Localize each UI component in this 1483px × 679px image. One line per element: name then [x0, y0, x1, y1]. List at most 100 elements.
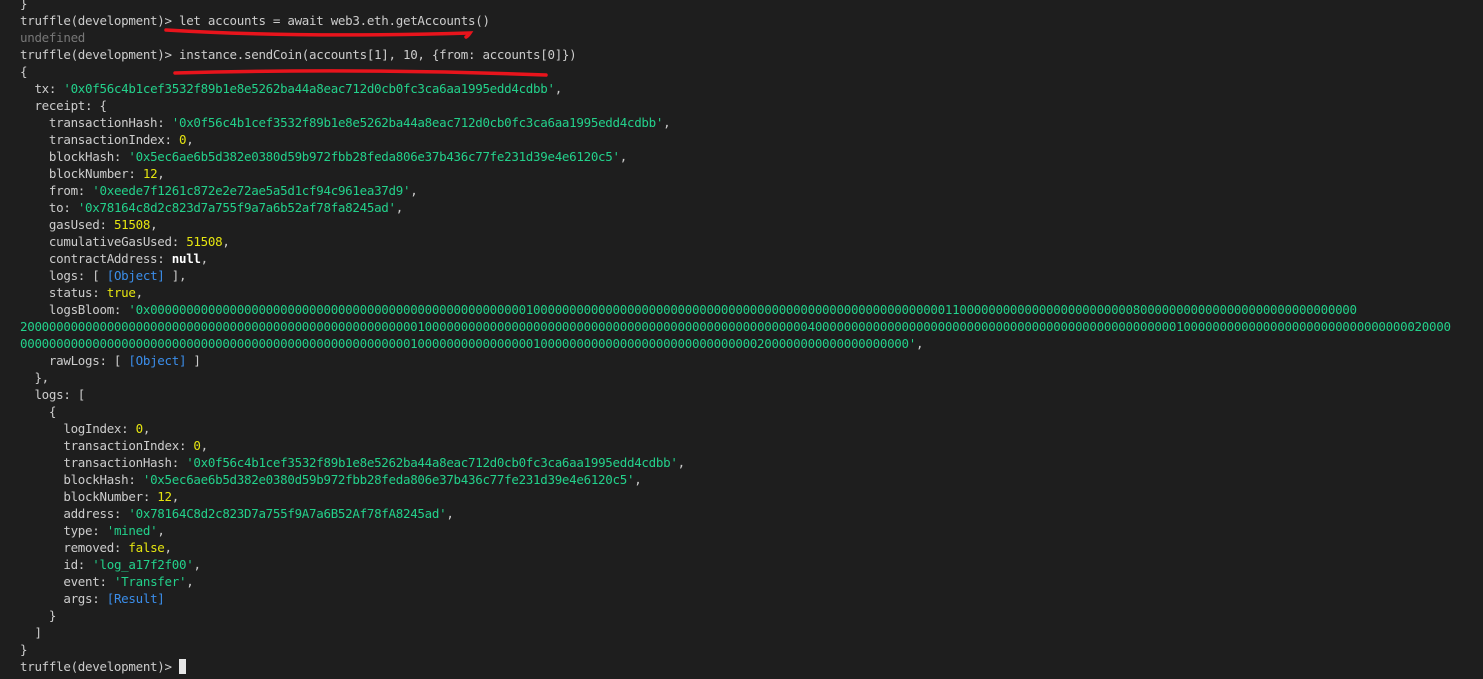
- terminal-text: '0x0f56c4b1cef3532f89b1e8e5262ba44a8eac7…: [186, 455, 678, 470]
- terminal-text: address:: [20, 506, 129, 521]
- terminal-text: undefined: [20, 30, 86, 45]
- terminal-text: '0x0000000000000000000000000000000000000…: [128, 302, 1357, 317]
- terminal-text: null: [171, 251, 201, 266]
- terminal-line: logIndex: 0,: [20, 420, 150, 437]
- terminal-text: logIndex:: [20, 421, 136, 436]
- text-cursor[interactable]: [178, 659, 186, 674]
- terminal-line: cumulativeGasUsed: 51508,: [20, 233, 230, 250]
- terminal-text: ,: [222, 234, 230, 249]
- terminal-text: ,: [186, 574, 194, 589]
- terminal-text: ,: [193, 557, 201, 572]
- terminal-text: '0x0f56c4b1cef3532f89b1e8e5262ba44a8eac7…: [63, 81, 555, 96]
- terminal-text: ,: [915, 336, 924, 351]
- terminal-text: ,: [157, 166, 165, 181]
- terminal-line: }: [20, 0, 28, 12]
- terminal-line: status: true,: [20, 284, 143, 301]
- terminal-text: 0: [193, 438, 201, 453]
- terminal-text: status:: [20, 285, 107, 300]
- terminal-line: logs: [ [Object] ],: [20, 267, 187, 284]
- terminal-line: transactionHash: '0x0f56c4b1cef3532f89b1…: [20, 454, 685, 471]
- terminal-text: 12: [157, 489, 172, 504]
- terminal-line: ]: [20, 624, 42, 641]
- terminal-line: 0000000000000000000000000000000000000000…: [20, 335, 924, 352]
- terminal-text: type:: [20, 523, 107, 538]
- terminal-text: gasUsed:: [20, 217, 114, 232]
- terminal-line: removed: false,: [20, 539, 172, 556]
- terminal-line: blockHash: '0x5ec6ae6b5d382e0380d59b972f…: [20, 471, 641, 488]
- terminal-text: '0xeede7f1261c872e2e72ae5a5d1cf94c961ea3…: [92, 183, 411, 198]
- terminal-line: {: [20, 403, 57, 420]
- terminal-text: 51508: [186, 234, 223, 249]
- terminal-text: rawLogs: [: [20, 353, 129, 368]
- prompt-line[interactable]: truffle(development)>: [20, 658, 186, 675]
- terminal-line: 2000000000000000000000000000000000000000…: [20, 318, 1451, 335]
- terminal-text: ,: [619, 149, 628, 164]
- terminal-line: transactionIndex: 0,: [20, 437, 208, 454]
- terminal-line: args: [Result]: [20, 590, 165, 607]
- terminal-text: event:: [20, 574, 114, 589]
- terminal-text: truffle(development)>: [20, 13, 179, 28]
- terminal-line: to: '0x78164c8d2c823d7a755f9a7a6b52af78f…: [20, 199, 403, 216]
- terminal-text: blockHash:: [20, 149, 129, 164]
- terminal-text: ,: [554, 81, 563, 96]
- terminal-text: blockHash:: [20, 472, 143, 487]
- terminal-text: [Object]: [128, 353, 187, 368]
- terminal-text: '0x5ec6ae6b5d382e0380d59b972fbb28feda806…: [142, 472, 635, 487]
- terminal-text: '0x0f56c4b1cef3532f89b1e8e5262ba44a8eac7…: [171, 115, 664, 130]
- terminal-line: contractAddress: null,: [20, 250, 208, 267]
- terminal-line: },: [20, 369, 49, 386]
- terminal-text: 0: [135, 421, 144, 436]
- terminal-text: ],: [164, 268, 187, 283]
- terminal-line: event: 'Transfer',: [20, 573, 193, 590]
- terminal-text: transactionHash:: [20, 455, 187, 470]
- terminal-text: ,: [186, 132, 194, 147]
- terminal-window[interactable]: } truffle(development)> let accounts = aw…: [0, 0, 1483, 679]
- terminal-text: },: [20, 370, 49, 385]
- terminal-text: ,: [200, 438, 209, 453]
- terminal-text: ,: [446, 506, 454, 521]
- terminal-line: gasUsed: 51508,: [20, 216, 158, 233]
- terminal-text: ,: [164, 540, 173, 555]
- terminal-text: cumulativeGasUsed:: [20, 234, 187, 249]
- terminal-text: truffle(development)>: [20, 47, 179, 62]
- terminal-text: logsBloom:: [20, 302, 129, 317]
- terminal-text: false: [128, 540, 165, 555]
- terminal-line: id: 'log_a17f2f00',: [20, 556, 201, 573]
- terminal-text: }: [20, 642, 28, 657]
- terminal-text: args:: [20, 591, 107, 606]
- terminal-text: ,: [171, 489, 180, 504]
- terminal-text: [Object]: [106, 268, 165, 283]
- terminal-line: address: '0x78164C8d2c823D7a755f9A7a6B52…: [20, 505, 454, 522]
- terminal-line: logsBloom: '0x00000000000000000000000000…: [20, 301, 1357, 318]
- terminal-text: 'log_a17f2f00': [92, 557, 194, 572]
- terminal-text: 'mined': [106, 523, 158, 538]
- red-underline-annotation: [173, 69, 548, 77]
- terminal-text: 51508: [113, 217, 151, 232]
- terminal-line: rawLogs: [ [Object] ]: [20, 352, 201, 369]
- terminal-text: {: [20, 64, 28, 79]
- terminal-text: true: [106, 285, 136, 300]
- terminal-text: ]: [186, 353, 201, 368]
- terminal-text: 0000000000000000000000000000000000000000…: [20, 336, 916, 351]
- terminal-text: blockNumber:: [20, 166, 143, 181]
- terminal-line: truffle(development)> let accounts = awa…: [20, 12, 490, 29]
- terminal-text: }: [20, 0, 28, 11]
- terminal-text: '0x78164C8d2c823D7a755f9A7a6B52Af78fA824…: [128, 506, 447, 521]
- terminal-text: id:: [20, 557, 93, 572]
- terminal-line: tx: '0x0f56c4b1cef3532f89b1e8e5262ba44a8…: [20, 80, 562, 97]
- terminal-text: removed:: [20, 540, 129, 555]
- terminal-text: to:: [20, 200, 78, 215]
- terminal-text: ,: [677, 455, 686, 470]
- terminal-line: blockNumber: 12,: [20, 165, 165, 182]
- terminal-text: contractAddress:: [20, 251, 172, 266]
- terminal-text: truffle(development)>: [20, 659, 179, 674]
- terminal-text: let accounts = await web3.eth.getAccount…: [178, 13, 490, 28]
- terminal-text: {: [20, 404, 57, 419]
- terminal-text: [Result]: [106, 591, 165, 606]
- terminal-text: receipt: {: [20, 98, 107, 113]
- terminal-text: ,: [135, 285, 144, 300]
- terminal-line: blockNumber: 12,: [20, 488, 179, 505]
- terminal-text: from:: [20, 183, 93, 198]
- terminal-text: ,: [142, 421, 151, 436]
- terminal-text: ,: [395, 200, 404, 215]
